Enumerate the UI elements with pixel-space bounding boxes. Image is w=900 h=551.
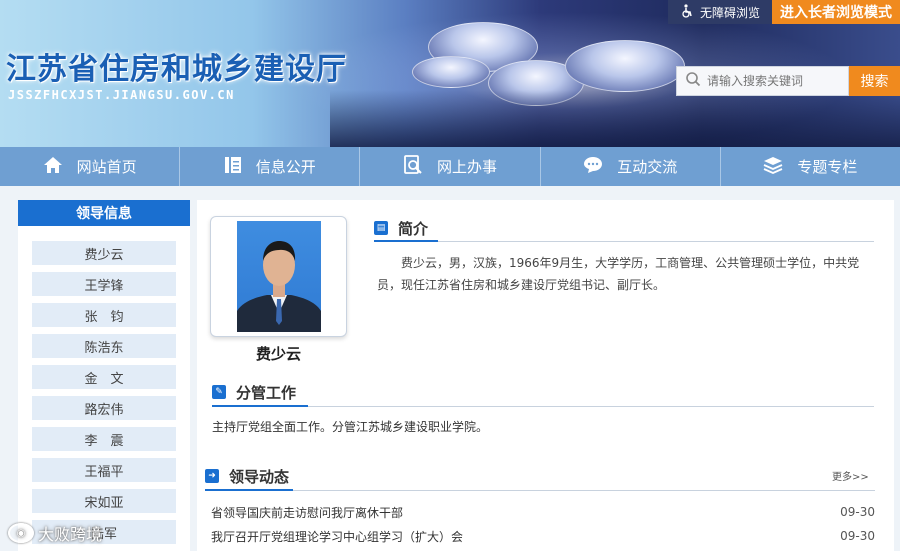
leader-item[interactable]: 张 钧 [32, 303, 176, 327]
search-icon [685, 71, 701, 91]
home-icon [43, 156, 63, 178]
search-doc-icon [403, 154, 423, 179]
banner-dome [412, 56, 490, 88]
document-icon [224, 156, 242, 178]
nav-item-interaction[interactable]: 互动交流 [541, 147, 721, 186]
leader-sidebar: 领导信息 费少云 王学锋 张 钧 陈浩东 金 文 路宏伟 李 震 王福平 宋如亚… [18, 200, 190, 551]
nav-item-topics[interactable]: 专题专栏 [721, 147, 900, 186]
edit-icon: ✎ [212, 385, 226, 399]
more-link[interactable]: 更多>> [832, 468, 869, 483]
accessibility-label: 无障碍浏览 [699, 5, 760, 20]
intro-text: 费少云，男，汉族，1966年9月生，大学学历，工商管理、公共管理硕士学位，中共党… [377, 256, 860, 292]
info-icon: ▤ [374, 221, 388, 235]
intro-header: ▤ 简介 [374, 217, 428, 239]
news-date: 09-30 [840, 505, 875, 519]
accessibility-button[interactable]: 无障碍浏览 [668, 0, 772, 24]
duty-text: 主持厅党组全面工作。分管江苏城乡建设职业学院。 [212, 420, 489, 434]
leader-item[interactable]: 王学锋 [32, 272, 176, 296]
arrow-right-icon: ➜ [205, 469, 219, 483]
top-bar: 无障碍浏览 进入长者浏览模式 [668, 0, 900, 24]
leader-item[interactable]: 费少云 [32, 241, 176, 265]
watermark-text: 大败跨境 [38, 525, 103, 544]
news-title-text[interactable]: 省领导国庆前走访慰问我厅离休干部 [211, 504, 403, 521]
leader-name: 费少云 [255, 345, 301, 363]
nav-label: 网上办事 [437, 158, 498, 176]
nav-item-info[interactable]: 信息公开 [180, 147, 361, 186]
news-title: 领导动态 [229, 467, 290, 486]
news-date: 09-30 [840, 529, 875, 543]
duty-title: 分管工作 [236, 383, 297, 402]
leader-item[interactable]: 路宏伟 [32, 396, 176, 420]
search-button[interactable]: 搜索 [849, 66, 900, 96]
intro-title: 简介 [398, 219, 429, 238]
leader-portrait [237, 221, 321, 332]
leader-item[interactable]: 陈浩东 [32, 334, 176, 358]
nav-item-home[interactable]: 网站首页 [0, 147, 181, 186]
chat-icon [583, 156, 603, 178]
site-url: JSSZFHCXJST.JIANGSU.GOV.CN [8, 88, 235, 102]
elder-mode-button[interactable]: 进入长者浏览模式 [772, 0, 900, 24]
wheelchair-icon [680, 3, 694, 21]
news-title-text[interactable]: 我厅召开厅党组理论学习中心组学习（扩大）会 [211, 528, 463, 545]
leader-item[interactable]: 王福平 [32, 458, 176, 482]
duty-header: ✎ 分管工作 [212, 381, 296, 403]
divider-accent [374, 240, 438, 242]
search-box [676, 66, 849, 96]
divider-accent [205, 489, 293, 491]
nav-label: 互动交流 [617, 158, 678, 176]
divider [212, 406, 874, 407]
site-title[interactable]: 江苏省住房和城乡建设厅 [6, 44, 347, 88]
leader-item[interactable]: 宋如亚 [32, 489, 176, 513]
divider [374, 241, 874, 242]
news-item[interactable]: 我厅召开厅党组理论学习中心组学习（扩大）会 09-30 [211, 526, 875, 546]
search-input[interactable] [707, 74, 837, 88]
leader-item[interactable]: 李 震 [32, 427, 176, 451]
main-nav: 网站首页 信息公开 网上办事 互动交流 专题专栏 [0, 147, 900, 186]
nav-label: 信息公开 [255, 158, 316, 176]
nav-item-online-service[interactable]: 网上办事 [360, 147, 541, 186]
news-item[interactable]: 省领导国庆前走访慰问我厅离休干部 09-30 [211, 502, 875, 522]
sidebar-title: 领导信息 [18, 200, 190, 226]
divider [205, 490, 875, 491]
watermark: ◉ 大败跨境 [8, 521, 102, 545]
banner-dome [565, 40, 685, 92]
banner-city [330, 90, 900, 147]
watermark-logo-icon: ◉ [8, 523, 34, 543]
divider-accent [212, 405, 308, 407]
leader-item[interactable]: 金 文 [32, 365, 176, 389]
news-header: ➜ 领导动态 [205, 465, 289, 487]
nav-label: 网站首页 [76, 158, 137, 176]
layers-icon [763, 156, 783, 178]
nav-label: 专题专栏 [797, 158, 858, 176]
